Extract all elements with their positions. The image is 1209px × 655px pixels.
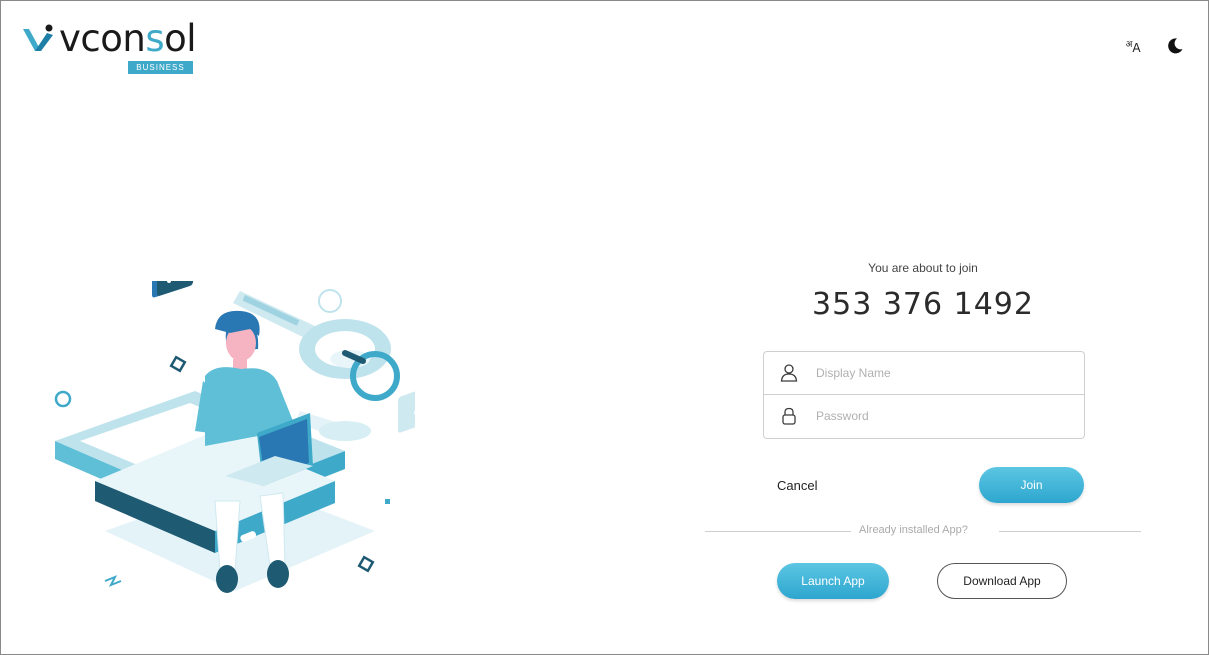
- divider-text: Already installed App?: [859, 524, 968, 536]
- app-divider: Already installed App?: [705, 523, 1141, 539]
- brand-logo: vconsol BUSINESS: [21, 17, 201, 79]
- password-field: [764, 394, 1084, 437]
- join-panel: You are about to join 353 376 1492 Displ…: [705, 251, 1141, 599]
- page-frame: vconsol BUSINESS अA You are about to joi…: [0, 0, 1209, 655]
- join-form: [763, 351, 1085, 439]
- cancel-button[interactable]: Cancel: [777, 478, 817, 493]
- user-icon: [778, 362, 800, 384]
- display-name-field: [764, 352, 1084, 394]
- display-name-input[interactable]: [814, 365, 1058, 381]
- moon-icon[interactable]: [1164, 35, 1186, 57]
- translate-icon[interactable]: अA: [1122, 35, 1144, 57]
- brand-wordmark: vconsol: [59, 17, 197, 60]
- password-input[interactable]: [814, 408, 1058, 424]
- download-app-button[interactable]: Download App: [937, 563, 1067, 599]
- header-actions: अA: [1122, 35, 1186, 57]
- meeting-id: 353 376 1492: [812, 287, 1034, 322]
- lock-icon: [778, 405, 800, 427]
- app-actions: Launch App Download App: [777, 563, 1077, 599]
- join-actions: Cancel Join: [763, 467, 1085, 503]
- brand-badge: BUSINESS: [128, 61, 193, 74]
- launch-app-button[interactable]: Launch App: [777, 563, 889, 599]
- join-intro-text: You are about to join: [868, 261, 978, 275]
- divider-line-right: [999, 531, 1141, 532]
- join-button[interactable]: Join: [979, 467, 1084, 503]
- person-with-laptop-illustration: [54, 281, 415, 593]
- vconsol-logo-icon: [23, 24, 53, 51]
- divider-line-left: [705, 531, 851, 532]
